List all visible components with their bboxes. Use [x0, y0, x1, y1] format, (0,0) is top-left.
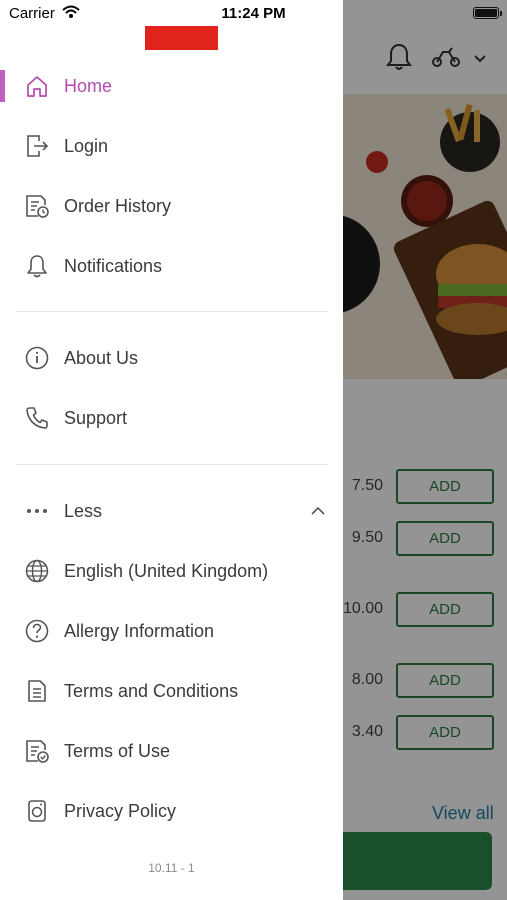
menu-item-label: Login	[64, 135, 109, 156]
menu-item-label: English (United Kingdom)	[64, 560, 269, 581]
menu-item-about-us[interactable]: About Us	[0, 331, 343, 385]
menu-item-notifications[interactable]: Notifications	[0, 239, 343, 293]
menu-item-terms-and-conditions[interactable]: Terms and Conditions	[0, 664, 343, 718]
menu-item-order-history[interactable]: Order History	[0, 179, 343, 233]
status-time: 11:24 PM	[221, 5, 286, 22]
menu-item-label: Support	[64, 407, 128, 428]
phone-icon	[26, 407, 48, 429]
bell-icon	[27, 255, 47, 278]
menu-item-privacy-policy[interactable]: Privacy Policy	[0, 784, 343, 838]
status-bar: Carrier 11:24 PM	[0, 0, 507, 26]
document-icon	[28, 680, 46, 702]
document-check-icon	[26, 740, 49, 763]
home-icon	[27, 76, 47, 97]
menu-item-login[interactable]: Login	[0, 119, 343, 173]
menu-item-label: Less	[64, 500, 103, 521]
menu-item-label: Terms of Use	[64, 740, 171, 761]
active-indicator	[0, 70, 5, 102]
order-history-icon	[26, 195, 49, 218]
menu-item-language[interactable]: English (United Kingdom)	[0, 544, 343, 598]
brand-logo	[145, 26, 218, 50]
menu-item-label: Order History	[64, 195, 172, 216]
help-circle-icon	[25, 619, 49, 643]
login-icon	[27, 135, 49, 157]
menu-item-label: Notifications	[64, 255, 163, 276]
navigation-drawer: Home Login Order History Notifications A…	[0, 0, 343, 900]
menu-item-label: Home	[64, 75, 113, 96]
menu-item-less-toggle[interactable]: Less	[0, 484, 343, 538]
app-version: 10.11 - 1	[148, 861, 195, 875]
menu-item-allergy-information[interactable]: Allergy Information	[0, 604, 343, 658]
globe-icon	[25, 559, 49, 583]
menu-divider	[16, 464, 328, 465]
menu-item-home[interactable]: Home	[0, 59, 343, 113]
battery-tip	[500, 11, 502, 16]
more-dots-icon	[27, 509, 47, 513]
info-icon	[25, 346, 49, 370]
menu-item-label: Terms and Conditions	[64, 680, 239, 701]
menu-item-label: Privacy Policy	[64, 800, 177, 821]
battery-icon	[473, 7, 499, 19]
menu-item-label: About Us	[64, 347, 139, 368]
privacy-icon	[28, 800, 46, 822]
menu-item-support[interactable]: Support	[0, 391, 343, 445]
menu-item-label: Allergy Information	[64, 620, 215, 641]
menu-item-terms-of-use[interactable]: Terms of Use	[0, 724, 343, 778]
menu-divider	[16, 311, 328, 312]
chevron-up-icon	[311, 506, 325, 515]
